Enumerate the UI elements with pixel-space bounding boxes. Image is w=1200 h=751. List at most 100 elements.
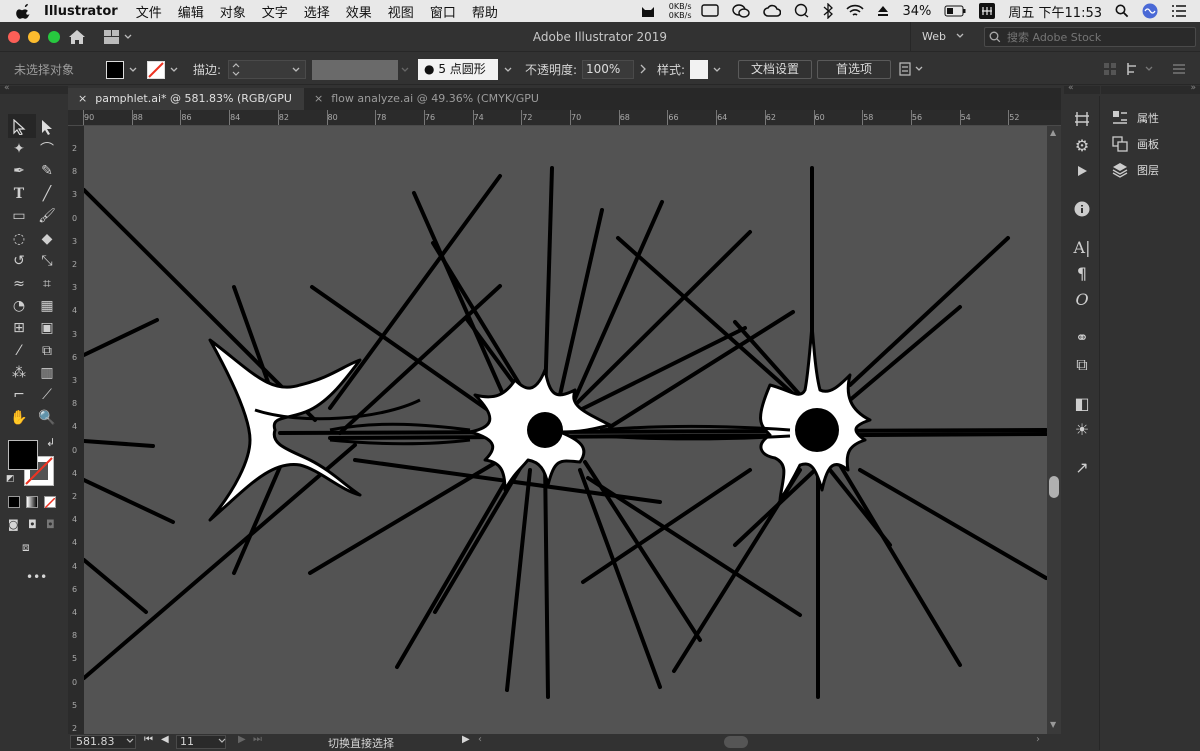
chevron-down-icon[interactable]	[169, 64, 179, 78]
quick-actions-icon[interactable]	[898, 61, 926, 80]
play-actions-icon[interactable]	[1071, 160, 1093, 182]
scale-tool-icon[interactable]: ⤡	[36, 250, 58, 272]
eject-icon[interactable]	[877, 5, 889, 17]
selection-tool-icon[interactable]	[8, 116, 30, 138]
workspace-switcher[interactable]: Web	[922, 30, 946, 43]
swap-fill-stroke-icon[interactable]: ↲	[46, 436, 55, 449]
menu-effect[interactable]: 效果	[346, 2, 372, 21]
zoom-value[interactable]: 581.83	[76, 735, 115, 748]
scroll-down-icon[interactable]: ▼	[1050, 720, 1056, 729]
layers-panel-item[interactable]: 图层	[1111, 160, 1159, 180]
hand-tool-icon[interactable]: ✋	[8, 407, 30, 429]
apple-icon[interactable]	[16, 3, 32, 19]
chevron-down-icon[interactable]	[128, 64, 138, 78]
expand-icon[interactable]: «	[1068, 83, 1074, 93]
menu-window[interactable]: 窗口	[430, 2, 456, 21]
collapse-icon[interactable]: «	[4, 83, 10, 93]
creative-cloud-icon[interactable]	[763, 4, 782, 18]
stock-search-field[interactable]	[984, 27, 1196, 47]
close-tab-icon[interactable]: ×	[314, 92, 323, 105]
rotate-tool-icon[interactable]: ↺	[8, 250, 30, 272]
menu-view[interactable]: 视图	[388, 2, 414, 21]
chevron-down-icon[interactable]	[955, 29, 965, 46]
actions-gear-icon[interactable]: ⚙	[1071, 134, 1093, 156]
slice-tool-icon[interactable]: ⟋	[36, 384, 58, 406]
siri-icon[interactable]	[1142, 3, 1158, 19]
tab-flow-analyze[interactable]: ×flow analyze.ai @ 49.36% (CMYK/GPU 预览)	[304, 88, 548, 127]
wechat-icon[interactable]	[732, 3, 751, 19]
variable-width-profile[interactable]	[312, 60, 398, 80]
export-panel-icon[interactable]: ↗	[1071, 456, 1093, 478]
cat-icon[interactable]	[640, 3, 656, 19]
transform-icon[interactable]	[1126, 62, 1156, 79]
align-icon[interactable]	[1103, 62, 1117, 79]
app-name-menu[interactable]: Illustrator	[44, 4, 118, 19]
draw-behind-icon[interactable]: ◘	[28, 518, 37, 531]
screen-mode-icon[interactable]: ⧈	[22, 540, 30, 555]
links-panel-icon[interactable]: ⚭	[1071, 326, 1093, 348]
document-settings-button[interactable]: 文档设置	[738, 60, 812, 79]
info-icon[interactable]	[1071, 198, 1093, 220]
menu-select[interactable]: 选择	[304, 2, 330, 21]
chevron-down-icon[interactable]	[291, 64, 301, 78]
chevron-down-icon[interactable]	[503, 64, 513, 78]
shape-builder-icon[interactable]: ◔	[8, 295, 30, 317]
opacity-value[interactable]: 100%	[586, 62, 620, 76]
zoom-tool-icon[interactable]: 🔍	[36, 407, 58, 429]
shaper-tool-icon[interactable]: ◌	[8, 228, 30, 250]
image-trace-icon[interactable]: ◧	[1071, 392, 1093, 414]
stock-search-input[interactable]	[1007, 30, 1187, 44]
paintbrush-tool-icon[interactable]: 🖌	[36, 205, 58, 227]
chat-bubble-icon[interactable]	[794, 3, 810, 19]
notification-center-icon[interactable]	[1171, 4, 1187, 18]
none-mode-icon[interactable]	[44, 496, 56, 509]
menu-object[interactable]: 对象	[220, 2, 246, 21]
free-transform-icon[interactable]: ⌗	[36, 273, 58, 295]
preferences-button[interactable]: 首选项	[817, 60, 891, 79]
eyedropper-icon[interactable]: ⁄	[8, 340, 30, 362]
tab-pamphlet[interactable]: ×pamphlet.ai* @ 581.83% (RGB/GPU 预览)	[68, 88, 304, 127]
vertical-scrollbar[interactable]: ▲ ▼	[1047, 126, 1061, 734]
scroll-thumb[interactable]	[1049, 476, 1059, 498]
battery-percent[interactable]: 34%	[902, 4, 931, 19]
panel-menu-icon[interactable]	[1172, 62, 1186, 79]
chevron-down-icon[interactable]	[218, 735, 226, 750]
curvature-tool-icon[interactable]: ✎	[36, 160, 58, 182]
paragraph-panel-icon[interactable]: ¶	[1071, 262, 1093, 284]
default-colors-icon[interactable]: ◩	[6, 474, 15, 484]
properties-panel-item[interactable]: 属性	[1111, 108, 1159, 128]
draw-normal-icon[interactable]: ◙	[8, 518, 19, 531]
opentype-panel-icon[interactable]: O	[1071, 288, 1093, 310]
chevron-down-icon[interactable]	[712, 64, 722, 78]
battery-icon[interactable]	[944, 5, 966, 17]
pen-tool-icon[interactable]: ✒	[8, 160, 30, 182]
last-artboard-icon[interactable]: ⏭	[253, 734, 262, 745]
chevron-down-icon[interactable]	[400, 64, 410, 78]
artboard-tool-icon[interactable]: ⌐	[8, 384, 30, 406]
chevron-right-icon[interactable]	[639, 63, 647, 78]
clock[interactable]: 周五 下午11:53	[1008, 2, 1102, 21]
close-tab-icon[interactable]: ×	[78, 92, 87, 105]
mesh-tool-icon[interactable]: ⊞	[8, 317, 30, 339]
menu-type[interactable]: 文字	[262, 2, 288, 21]
column-graph-icon[interactable]: ▥	[36, 362, 58, 384]
first-artboard-icon[interactable]: ⏮	[144, 734, 153, 745]
layers-label[interactable]: 图层	[1137, 162, 1159, 178]
appearance-panel-icon[interactable]: ☀	[1071, 418, 1093, 440]
transform-panel-icon[interactable]	[1071, 108, 1093, 130]
stroke-weight-field[interactable]	[228, 60, 306, 79]
character-panel-icon[interactable]: A|	[1071, 236, 1093, 258]
properties-label[interactable]: 属性	[1137, 110, 1159, 126]
type-tool-icon[interactable]: T	[8, 183, 30, 205]
wifi-icon[interactable]	[846, 4, 865, 18]
fill-swatch-front[interactable]	[8, 440, 38, 470]
artboards-label[interactable]: 画板	[1137, 136, 1159, 152]
scroll-left-icon[interactable]: ‹	[478, 734, 482, 745]
eraser-tool-icon[interactable]: ◆	[36, 228, 58, 250]
fill-color-swatch[interactable]	[106, 61, 124, 79]
symbol-sprayer-icon[interactable]: ⁂	[8, 362, 30, 384]
brush-definition-field[interactable]: ● 5 点圆形	[418, 59, 498, 80]
menu-help[interactable]: 帮助	[472, 2, 498, 21]
previous-artboard-icon[interactable]: ◀	[161, 734, 169, 745]
artboard-canvas[interactable]	[84, 126, 1047, 734]
